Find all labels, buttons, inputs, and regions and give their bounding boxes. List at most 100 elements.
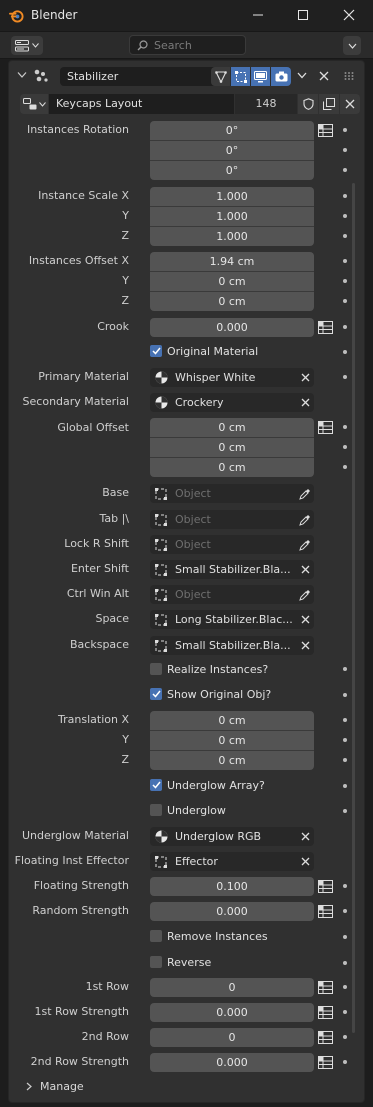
input-attribute-toggle[interactable]	[316, 318, 335, 337]
keyframe-dot[interactable]	[343, 445, 347, 449]
global-offset-z-field[interactable]: 0 cm	[150, 458, 314, 477]
input-attribute-toggle[interactable]	[316, 1028, 335, 1047]
row2-field[interactable]: 0	[150, 1028, 314, 1047]
keyframe-dot[interactable]	[343, 425, 347, 429]
underglow-array-checkbox[interactable]: Underglow Array?	[150, 777, 265, 793]
fake-user-button[interactable]	[298, 94, 318, 114]
row1-strength-field[interactable]: 0.000	[150, 1003, 314, 1022]
ctrl-win-alt-object-field[interactable]: Object	[150, 585, 314, 604]
underglow-material-field[interactable]: Underglow RGB	[150, 827, 314, 846]
keyframe-dot[interactable]	[343, 279, 347, 283]
keyframe-dot[interactable]	[343, 375, 347, 379]
space-object-field[interactable]: Long Stabilizer.Blac...	[150, 610, 314, 629]
primary-material-field[interactable]: Whisper White	[150, 368, 314, 387]
drag-handle-icon[interactable]	[344, 71, 356, 81]
translation-z-field[interactable]: 0 cm	[150, 751, 314, 770]
row2-strength-field[interactable]: 0.000	[150, 1053, 314, 1072]
maximize-button[interactable]	[290, 4, 316, 26]
input-attribute-toggle[interactable]	[316, 121, 335, 140]
keyframe-dot[interactable]	[343, 1060, 347, 1064]
instance-scale-x-field[interactable]: 1.000	[150, 187, 314, 206]
keyframe-dot[interactable]	[343, 168, 347, 172]
floating-strength-field[interactable]: 0.100	[150, 877, 314, 896]
keyframe-dot[interactable]	[343, 935, 347, 939]
chevron-down-icon[interactable]	[297, 72, 307, 79]
base-object-field[interactable]: Object	[150, 484, 314, 503]
lock-r-shift-object-field[interactable]: Object	[150, 535, 314, 554]
clear-icon[interactable]	[296, 610, 314, 629]
keyframe-dot[interactable]	[343, 738, 347, 742]
remove-modifier-icon[interactable]	[319, 71, 329, 81]
keyframe-dot[interactable]	[343, 128, 347, 132]
input-attribute-toggle[interactable]	[316, 1053, 335, 1072]
keyframe-dot[interactable]	[343, 961, 347, 965]
keyframe-dot[interactable]	[343, 718, 347, 722]
keyframe-dot[interactable]	[343, 194, 347, 198]
instance-scale-z-field[interactable]: 1.000	[150, 227, 314, 246]
keyframe-dot[interactable]	[343, 465, 347, 469]
keyframe-dot[interactable]	[343, 299, 347, 303]
realize-instances-checkbox[interactable]: Realize Instances?	[150, 661, 268, 677]
modifier-name-field[interactable]: Stabilizer	[60, 67, 218, 86]
enter-shift-object-field[interactable]: Small Stabilizer.Bla...	[150, 560, 314, 579]
original-material-checkbox[interactable]: Original Material	[150, 343, 258, 359]
duplicate-node-group-button[interactable]	[319, 94, 339, 114]
instances-rotation-x-field[interactable]: 0°	[150, 121, 314, 140]
minimize-button[interactable]	[245, 4, 271, 26]
clear-icon[interactable]	[296, 852, 314, 871]
keyframe-dot[interactable]	[343, 1010, 347, 1014]
keyframe-dot[interactable]	[343, 259, 347, 263]
clear-icon[interactable]	[296, 636, 314, 655]
instances-rotation-y-field[interactable]: 0°	[150, 141, 314, 160]
render-toggle[interactable]	[271, 67, 291, 86]
instances-offset-x-field[interactable]: 1.94 cm	[150, 252, 314, 271]
input-attribute-toggle[interactable]	[316, 418, 335, 437]
search-input[interactable]: Search	[129, 35, 246, 55]
show-original-obj-checkbox[interactable]: Show Original Obj?	[150, 686, 271, 702]
clear-icon[interactable]	[296, 827, 314, 846]
keyframe-dot[interactable]	[343, 784, 347, 788]
eyedropper-icon[interactable]	[296, 484, 314, 503]
eyedropper-icon[interactable]	[296, 510, 314, 529]
remove-instances-checkbox[interactable]: Remove Instances	[150, 928, 268, 944]
keyframe-dot[interactable]	[343, 693, 347, 697]
on-cage-toggle[interactable]	[211, 67, 231, 86]
keyframe-dot[interactable]	[343, 909, 347, 913]
floating-inst-effector-field[interactable]: Effector	[150, 852, 314, 871]
input-attribute-toggle[interactable]	[316, 1003, 335, 1022]
input-attribute-toggle[interactable]	[316, 877, 335, 896]
row1-field[interactable]: 0	[150, 978, 314, 997]
unlink-node-group-button[interactable]	[340, 94, 360, 114]
keyframe-dot[interactable]	[343, 809, 347, 813]
keyframe-dot[interactable]	[343, 985, 347, 989]
translation-y-field[interactable]: 0 cm	[150, 731, 314, 750]
keyframe-dot[interactable]	[343, 350, 347, 354]
crook-field[interactable]: 0.000	[150, 318, 314, 337]
close-window-button[interactable]	[336, 4, 362, 26]
keyframe-dot[interactable]	[343, 884, 347, 888]
keyframe-dot[interactable]	[343, 214, 347, 218]
clear-icon[interactable]	[296, 368, 314, 387]
keyframe-dot[interactable]	[343, 325, 347, 329]
instance-scale-y-field[interactable]: 1.000	[150, 207, 314, 226]
clear-icon[interactable]	[296, 560, 314, 579]
clear-icon[interactable]	[296, 393, 314, 412]
manage-subpanel-header[interactable]: Manage	[26, 1080, 84, 1093]
keyframe-dot[interactable]	[343, 667, 347, 671]
keyframe-dot[interactable]	[343, 1035, 347, 1039]
eyedropper-icon[interactable]	[296, 585, 314, 604]
secondary-material-field[interactable]: Crockery	[150, 393, 314, 412]
editor-type-button[interactable]	[11, 36, 43, 55]
instances-offset-z-field[interactable]: 0 cm	[150, 292, 314, 311]
keyframe-dot[interactable]	[343, 234, 347, 238]
node-group-browse-button[interactable]	[20, 94, 48, 114]
options-dropdown[interactable]	[343, 36, 361, 55]
tab-object-field[interactable]: Object	[150, 510, 314, 529]
edit-mode-toggle[interactable]	[231, 67, 251, 86]
input-attribute-toggle[interactable]	[316, 902, 335, 921]
keyframe-dot[interactable]	[343, 758, 347, 762]
backspace-object-field[interactable]: Small Stabilizer.Bla...	[150, 636, 314, 655]
underglow-checkbox[interactable]: Underglow	[150, 802, 226, 818]
node-group-user-count[interactable]: 148	[235, 94, 297, 114]
instances-rotation-z-field[interactable]: 0°	[150, 161, 314, 180]
